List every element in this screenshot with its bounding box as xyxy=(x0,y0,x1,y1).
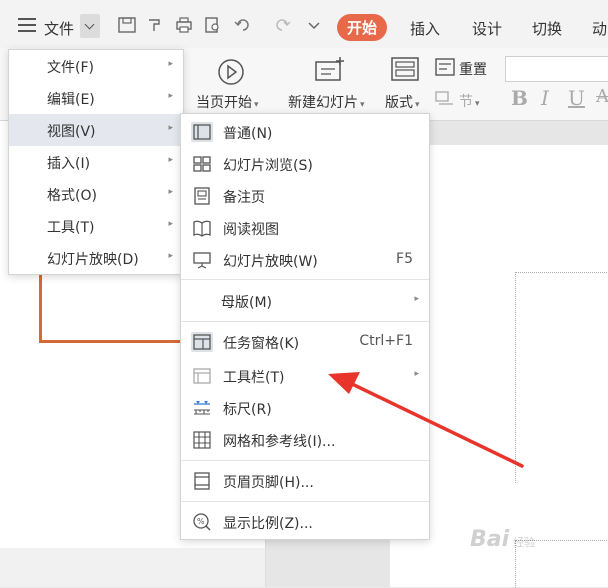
watermark-sub: 经验 xyxy=(513,536,536,549)
watermark: Bai 经验 xyxy=(470,527,535,552)
watermark-text: Bai xyxy=(470,527,510,552)
annotation-arrow xyxy=(328,372,524,468)
